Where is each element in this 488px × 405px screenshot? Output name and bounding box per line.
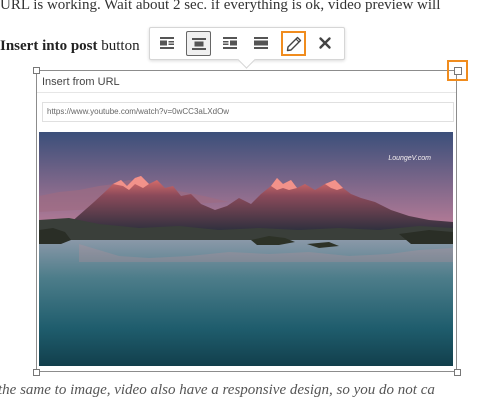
video-preview-image: LoungeV.com [39, 132, 453, 366]
insert-into-post-text: Insert into post [0, 38, 98, 54]
card-divider [37, 92, 456, 93]
resize-handle-top-left[interactable] [33, 67, 40, 74]
align-left-button[interactable] [155, 31, 180, 56]
mountain-lake-landscape [39, 132, 453, 366]
resize-handle-bottom-right[interactable] [454, 369, 461, 376]
align-center-button[interactable] [186, 31, 211, 56]
button-text: button [97, 38, 140, 54]
align-right-button[interactable] [218, 31, 243, 56]
url-input: https://www.youtube.com/watch?v=0wCC3aLX… [42, 102, 454, 122]
close-icon [319, 37, 331, 49]
resize-handle-top-right[interactable] [447, 60, 468, 81]
align-right-icon [223, 37, 237, 49]
paragraph-line-2: Insert into post button [0, 38, 140, 55]
align-center-icon [192, 38, 206, 50]
align-none-icon [254, 37, 268, 49]
align-left-icon [160, 37, 174, 49]
paragraph-line-3: the same to image, video also have a res… [0, 382, 435, 398]
resize-handle-bottom-left[interactable] [33, 369, 40, 376]
remove-button[interactable] [313, 31, 338, 56]
insert-from-url-title: Insert from URL [42, 76, 120, 88]
pencil-icon [286, 36, 302, 52]
embedded-screenshot: Insert from URL https://www.youtube.com/… [37, 72, 456, 369]
paragraph-line-1: URL is working. Wait about 2 sec. if eve… [0, 0, 441, 13]
watermark-text: LoungeV.com [388, 155, 431, 162]
resize-handle-square [454, 67, 462, 75]
align-none-button[interactable] [249, 31, 274, 56]
edit-button[interactable] [281, 31, 306, 56]
image-toolbar [149, 27, 345, 69]
